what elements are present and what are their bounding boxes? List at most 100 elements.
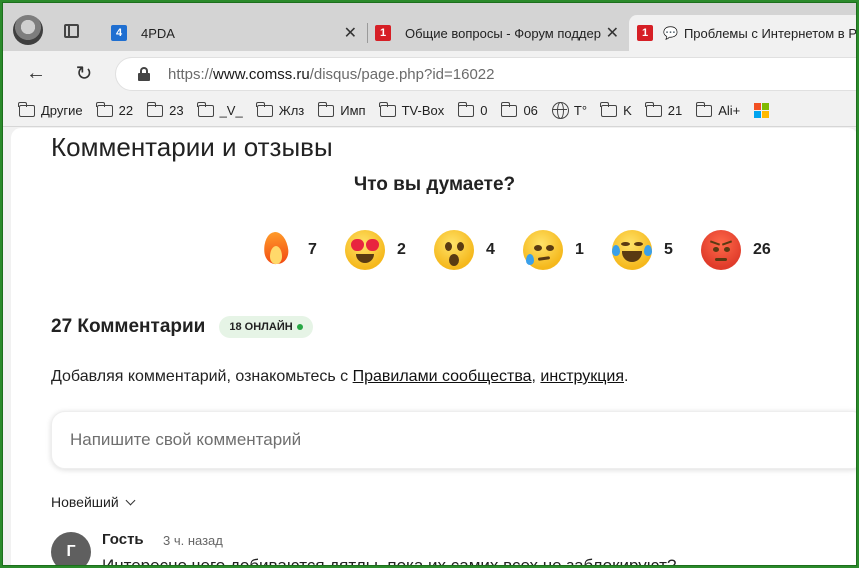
bookmark-folder[interactable]: K: [600, 101, 632, 118]
reaction-surprised[interactable]: 4: [434, 230, 523, 270]
bookmark-folder[interactable]: 23: [146, 101, 184, 118]
bookmark-link[interactable]: [754, 103, 773, 118]
page-title: Комментарии и отзывы: [51, 132, 333, 162]
bookmark-label: 22: [118, 103, 134, 118]
reaction-heart-eyes[interactable]: 2: [345, 230, 434, 270]
bookmark-label: 23: [169, 103, 184, 118]
bookmark-label: 0: [480, 103, 488, 118]
folder-icon: [96, 101, 113, 117]
fire-emoji-icon: [256, 230, 296, 270]
bookmark-label: Жлз: [278, 103, 305, 118]
bookmark-label: Другие: [41, 103, 83, 118]
reactions-question: Что вы думаете?: [353, 174, 516, 195]
tab-active[interactable]: 1 💬 Проблемы с Интернетом в Р: [629, 15, 857, 51]
bookmark-label: 06: [523, 103, 538, 118]
sort-label: Новейший: [51, 494, 119, 510]
back-button[interactable]: ←: [23, 60, 49, 86]
tab-actions-button[interactable]: [59, 19, 83, 43]
bookmark-folder[interactable]: Жлз: [256, 101, 305, 118]
reaction-sad[interactable]: 1: [523, 230, 612, 270]
folder-icon: [695, 101, 713, 117]
comment-author[interactable]: Гость: [102, 531, 144, 548]
url-scheme: https://: [168, 66, 214, 83]
reload-button[interactable]: ↻: [71, 60, 97, 86]
4pda-icon: 4: [111, 25, 127, 41]
address-bar[interactable]: https://www.comss.ru/disqus/page.php?id=…: [115, 57, 856, 91]
bookmark-folder[interactable]: Ali+: [695, 101, 741, 118]
browser-window: 4 4PDA ✕ 1 Общие вопросы - Форум поддер …: [2, 2, 857, 566]
close-icon[interactable]: ✕: [344, 23, 357, 43]
folder-icon: [256, 101, 273, 117]
url-host: www.comss.ru: [213, 66, 310, 83]
bookmark-folder[interactable]: _V_: [196, 101, 243, 118]
laughing-emoji-icon: [612, 230, 652, 270]
page-viewport: Комментарии и отзывы Что вы думаете? 7 2…: [11, 128, 856, 566]
bookmark-folder[interactable]: 0: [457, 101, 488, 118]
rules-suffix: .: [624, 368, 629, 385]
bookmark-link[interactable]: T°: [551, 102, 588, 119]
folder-icon: [645, 101, 662, 117]
comment-input[interactable]: [70, 430, 830, 450]
profile-avatar[interactable]: [13, 15, 43, 45]
bookmark-label: T°: [573, 103, 588, 118]
chevron-down-icon: [125, 495, 136, 505]
bookmarks-bar: Другие 22 23 _V_ Жлз Имп TV-Box 0 06 T° …: [3, 95, 856, 127]
browser-toolbar: ← ↻ https://www.comss.ru/disqus/page.php…: [3, 51, 856, 93]
folder-icon: [600, 101, 618, 117]
comment-icon: 💬: [663, 26, 678, 40]
url-text[interactable]: https://www.comss.ru/disqus/page.php?id=…: [168, 66, 494, 83]
close-icon[interactable]: ✕: [606, 23, 619, 43]
instruction-link[interactable]: инструкция: [540, 368, 624, 385]
folder-icon: [18, 101, 35, 117]
comment-text: Интересно чего добиваются дятлы, пока их…: [102, 556, 677, 566]
lock-icon[interactable]: [138, 67, 150, 81]
folder-icon: [317, 101, 335, 117]
sad-emoji-icon: [523, 230, 563, 270]
reaction-count: 5: [664, 241, 673, 258]
comments-count: 27 Комментарии: [51, 316, 206, 337]
folder-icon: [457, 101, 475, 117]
online-dot-icon: [296, 324, 303, 330]
reaction-fire[interactable]: 7: [256, 230, 345, 270]
reload-icon: ↻: [75, 62, 93, 85]
reaction-count: 7: [308, 241, 317, 258]
angry-emoji-icon: [701, 230, 741, 270]
tab-4pda[interactable]: 4 4PDA ✕: [101, 15, 367, 51]
reactions-row: 7 2 4 1 5 26: [256, 230, 790, 270]
bookmark-label: _V_: [219, 103, 243, 118]
tab-forum[interactable]: 1 Общие вопросы - Форум поддер ✕: [367, 15, 629, 51]
folder-icon: [146, 101, 164, 117]
bookmark-folder[interactable]: 21: [645, 101, 682, 118]
online-badge-label: 18 ОНЛАЙН: [229, 321, 293, 333]
bookmark-folder[interactable]: Имп: [317, 101, 366, 118]
community-rules-link[interactable]: Правилами сообщества: [353, 368, 532, 385]
bookmark-folder[interactable]: 06: [500, 101, 538, 118]
microsoft-icon: [754, 103, 770, 118]
bookmark-folder[interactable]: TV-Box: [378, 101, 445, 118]
rules-prefix: Добавляя комментарий, ознакомьтесь с: [51, 368, 353, 385]
bookmark-label: K: [623, 103, 632, 118]
globe-icon: [551, 102, 569, 119]
comss-icon: 1: [375, 25, 391, 41]
tab-title: 4PDA: [141, 25, 175, 41]
reaction-angry[interactable]: 26: [701, 230, 790, 270]
arrow-left-icon: ←: [26, 61, 46, 84]
bookmark-label: Имп: [340, 103, 366, 118]
rules-notice: Добавляя комментарий, ознакомьтесь с Пра…: [51, 368, 628, 386]
comment-time[interactable]: 3 ч. назад: [163, 533, 223, 548]
reaction-laughing[interactable]: 5: [612, 230, 701, 270]
surprised-emoji-icon: [434, 230, 474, 270]
bookmark-label: TV-Box: [401, 103, 445, 118]
online-badge: 18 ОНЛАЙН: [219, 316, 313, 338]
bookmark-folder[interactable]: Другие: [18, 101, 83, 118]
url-path: /disqus/page.php?id=16022: [309, 66, 495, 83]
comments-header: 27 Комментарии 18 ОНЛАЙН: [51, 316, 313, 338]
comment-editor[interactable]: [51, 411, 856, 469]
reaction-count: 4: [486, 241, 495, 258]
sort-dropdown[interactable]: Новейший: [51, 494, 136, 510]
bookmark-folder[interactable]: 22: [96, 101, 134, 118]
bookmark-label: Ali+: [718, 103, 741, 118]
avatar[interactable]: Г: [51, 532, 91, 565]
tab-title: Проблемы с Интернетом в Р: [683, 25, 857, 41]
folder-icon: [500, 101, 518, 117]
